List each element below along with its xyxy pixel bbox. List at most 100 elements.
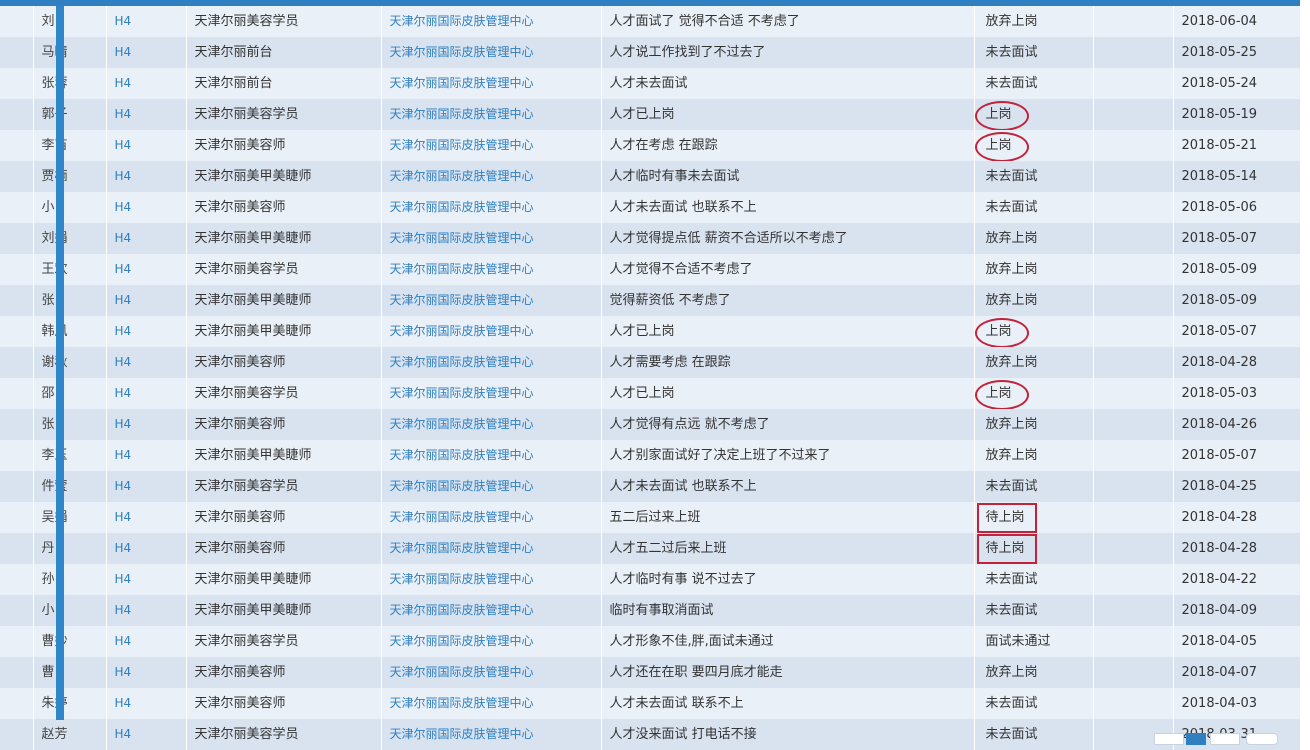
table-row: 刘 H4 天津尔丽美容学员 天津尔丽国际皮肤管理中心 人才面试了 觉得不合适 不考虑了放… [0,6,1301,37]
level-link[interactable]: H4 [115,262,132,276]
org-link[interactable]: 天津尔丽国际皮肤管理中心 [390,634,534,648]
org-link[interactable]: 天津尔丽国际皮肤管理中心 [390,510,534,524]
status-badge: 未去面试 [985,478,1038,494]
org-link[interactable]: 天津尔丽国际皮肤管理中心 [390,417,534,431]
org-link[interactable]: 天津尔丽国际皮肤管理中心 [390,200,534,214]
org-link[interactable]: 天津尔丽国际皮肤管理中心 [390,448,534,462]
note-cell: 人才未去面试 也联系不上 [601,471,975,502]
level-link[interactable]: H4 [115,14,132,28]
org-link[interactable]: 天津尔丽国际皮肤管理中心 [390,355,534,369]
date-cell: 2018-05-09 [1173,254,1301,285]
candidate-name: 郭子 [33,99,107,130]
candidate-name: 丹 [33,533,107,564]
table-row: 李苗 H4 天津尔丽美容师 天津尔丽国际皮肤管理中心 人才在考虑 在跟踪 上岗 2018-0… [0,130,1301,161]
status-badge: 未去面试 [985,44,1038,60]
empty-cell [1093,6,1174,37]
org-link[interactable]: 天津尔丽国际皮肤管理中心 [390,107,534,121]
table-row: 孙 H4 天津尔丽美甲美睫师 天津尔丽国际皮肤管理中心 人才临时有事 说不过去了 未去面试… [0,564,1301,595]
status-badge: 未去面试 [985,199,1038,215]
level-link[interactable]: H4 [115,169,132,183]
position-cell: 天津尔丽美容师 [186,657,382,688]
empty-cell [1093,192,1174,223]
org-link[interactable]: 天津尔丽国际皮肤管理中心 [390,45,534,59]
level-link[interactable]: H4 [115,107,132,121]
level-link[interactable]: H4 [115,324,132,338]
date-cell: 2018-05-19 [1173,99,1301,130]
row-checkbox-cell [0,68,34,99]
note-cell: 人才觉得有点远 就不考虑了 [601,409,975,440]
row-checkbox-cell [0,6,34,37]
level-link[interactable]: H4 [115,231,132,245]
date-cell: 2018-05-21 [1173,130,1301,161]
org-link[interactable]: 天津尔丽国际皮肤管理中心 [390,76,534,90]
level-link[interactable]: H4 [115,665,132,679]
date-cell: 2018-05-07 [1173,440,1301,471]
position-cell: 天津尔丽美甲美睫师 [186,440,382,471]
empty-cell [1093,409,1174,440]
redaction-bar [56,6,64,720]
org-link[interactable]: 天津尔丽国际皮肤管理中心 [390,324,534,338]
status-badge: 放弃上岗 [985,447,1038,463]
level-link[interactable]: H4 [115,541,132,555]
level-link[interactable]: H4 [115,603,132,617]
org-link[interactable]: 天津尔丽国际皮肤管理中心 [390,293,534,307]
org-link[interactable]: 天津尔丽国际皮肤管理中心 [390,138,534,152]
level-link[interactable]: H4 [115,448,132,462]
org-link[interactable]: 天津尔丽国际皮肤管理中心 [390,262,534,276]
empty-cell [1093,471,1174,502]
table-row: 件莹 H4 天津尔丽美容学员 天津尔丽国际皮肤管理中心 人才未去面试 也联系不上 未去面试… [0,471,1301,502]
org-link[interactable]: 天津尔丽国际皮肤管理中心 [390,169,534,183]
pagination-next-button[interactable] [1210,733,1240,745]
pagination-prev-button[interactable] [1154,733,1184,745]
org-link[interactable]: 天津尔丽国际皮肤管理中心 [390,572,534,586]
level-link[interactable]: H4 [115,696,132,710]
level-link[interactable]: H4 [115,138,132,152]
pagination-current-page[interactable] [1186,733,1206,745]
org-link[interactable]: 天津尔丽国际皮肤管理中心 [390,603,534,617]
org-link[interactable]: 天津尔丽国际皮肤管理中心 [390,231,534,245]
date-cell: 2018-04-28 [1173,347,1301,378]
level-link[interactable]: H4 [115,45,132,59]
position-cell: 天津尔丽美容师 [186,347,382,378]
level-link[interactable]: H4 [115,417,132,431]
note-cell: 觉得薪资低 不考虑了 [601,285,975,316]
level-link[interactable]: H4 [115,479,132,493]
candidate-name: 刘 [33,6,107,37]
row-checkbox-cell [0,223,34,254]
table-row: 张 H4 天津尔丽美容师 天津尔丽国际皮肤管理中心 人才觉得有点远 就不考虑了 放弃上岗 2… [0,409,1301,440]
note-cell: 人才说工作找到了不过去了 [601,37,975,68]
note-cell: 人才已上岗 [601,99,975,130]
org-link[interactable]: 天津尔丽国际皮肤管理中心 [390,665,534,679]
row-checkbox-cell [0,161,34,192]
date-cell: 2018-05-06 [1173,192,1301,223]
status-badge: 未去面试 [985,571,1038,587]
table-row: 曹 H4 天津尔丽美容师 天津尔丽国际皮肤管理中心 人才还在在职 要四月底才能走 放弃上岗… [0,657,1301,688]
level-link[interactable]: H4 [115,572,132,586]
table-row: 刘娟 H4 天津尔丽美甲美睫师 天津尔丽国际皮肤管理中心 人才觉得提点低 薪资不合适所以… [0,223,1301,254]
empty-cell [1093,626,1174,657]
note-cell: 人才已上岗 [601,316,975,347]
empty-cell [1093,347,1174,378]
org-link[interactable]: 天津尔丽国际皮肤管理中心 [390,386,534,400]
org-link[interactable]: 天津尔丽国际皮肤管理中心 [390,479,534,493]
level-link[interactable]: H4 [115,76,132,90]
date-cell: 2018-04-07 [1173,657,1301,688]
level-link[interactable]: H4 [115,293,132,307]
candidate-name: 张 [33,409,107,440]
level-link[interactable]: H4 [115,355,132,369]
org-link[interactable]: 天津尔丽国际皮肤管理中心 [390,14,534,28]
level-link[interactable]: H4 [115,386,132,400]
level-link[interactable]: H4 [115,634,132,648]
position-cell: 天津尔丽美容师 [186,688,382,719]
date-cell: 2018-04-26 [1173,409,1301,440]
position-cell: 天津尔丽前台 [186,68,382,99]
org-link[interactable]: 天津尔丽国际皮肤管理中心 [390,541,534,555]
position-cell: 天津尔丽美容师 [186,533,382,564]
position-cell: 天津尔丽前台 [186,37,382,68]
level-link[interactable]: H4 [115,200,132,214]
org-link[interactable]: 天津尔丽国际皮肤管理中心 [390,696,534,710]
level-link[interactable]: H4 [115,510,132,524]
table-row: 李玉 H4 天津尔丽美甲美睫师 天津尔丽国际皮肤管理中心 人才别家面试好了决定上班了不过… [0,440,1301,471]
pagination-go-button[interactable] [1246,733,1278,745]
position-cell: 天津尔丽美容学员 [186,99,382,130]
